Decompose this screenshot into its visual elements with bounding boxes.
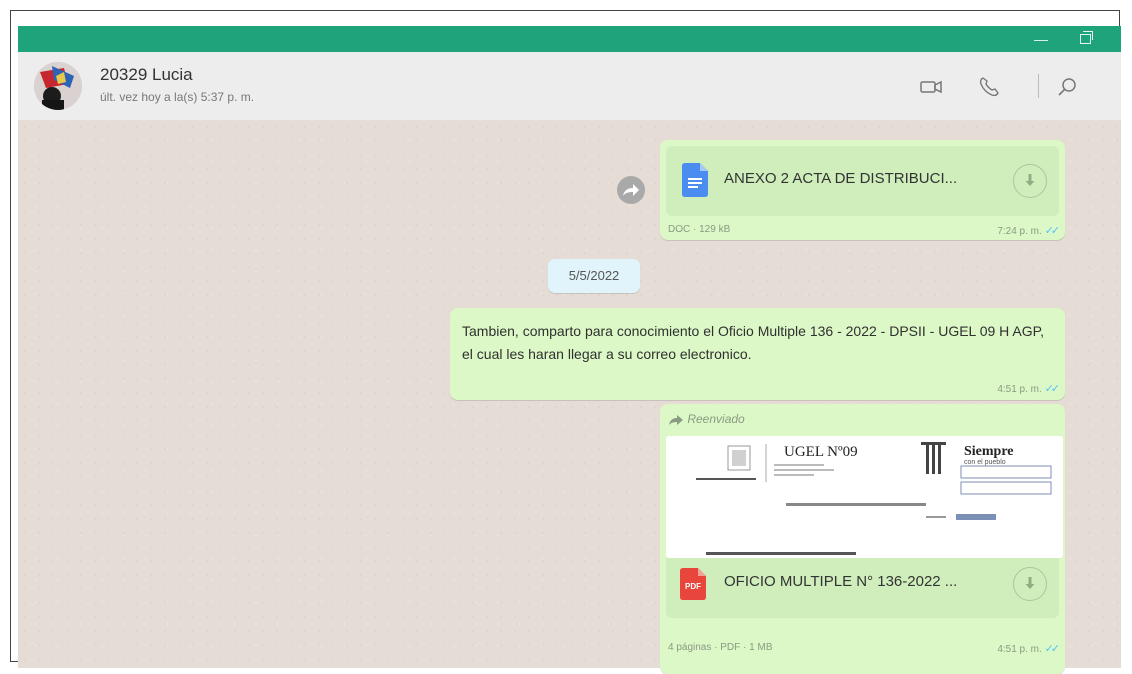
avatar-image xyxy=(34,62,82,110)
message-time: 7:24 p. m. ✓✓ xyxy=(997,224,1061,237)
message-document[interactable]: ANEXO 2 ACTA DE DISTRIBUCI... DOC · 129 … xyxy=(660,140,1065,240)
video-call-icon[interactable] xyxy=(918,74,944,100)
pdf-attachment[interactable]: PDF OFICIO MULTIPLE N° 136-2022 ... xyxy=(666,548,1059,618)
read-receipt-icon: ✓✓ xyxy=(1044,643,1061,655)
doc-file-icon xyxy=(682,163,708,197)
document-file-name: ANEXO 2 ACTA DE DISTRIBUCI... xyxy=(724,170,958,187)
contact-name[interactable]: 20329 Lucia xyxy=(100,65,193,85)
voice-call-icon[interactable] xyxy=(976,74,1002,100)
forward-button[interactable] xyxy=(617,176,645,204)
time-text: 4:51 p. m. xyxy=(997,384,1042,395)
pdf-preview-image[interactable]: UGEL Nº09 Siempre con el pueblo xyxy=(666,436,1063,558)
message-text[interactable]: Tambien, comparto para conocimiento el O… xyxy=(450,308,1065,400)
search-icon[interactable] xyxy=(1055,74,1081,100)
document-attachment[interactable]: ANEXO 2 ACTA DE DISTRIBUCI... xyxy=(666,146,1059,216)
message-time: 4:51 p. m. ✓✓ xyxy=(958,642,1061,655)
header-divider xyxy=(1038,74,1039,98)
preview-org-name: UGEL Nº09 xyxy=(784,444,858,460)
chat-area[interactable]: ANEXO 2 ACTA DE DISTRIBUCI... DOC · 129 … xyxy=(18,120,1121,674)
restore-icon-square xyxy=(1080,34,1091,44)
preview-slogan-sub: con el pueblo xyxy=(964,459,1006,466)
download-button[interactable] xyxy=(1013,567,1047,601)
message-body: Tambien, comparto para conocimiento el O… xyxy=(462,323,1045,362)
time-text: 4:51 p. m. xyxy=(997,644,1042,655)
last-seen-status: últ. vez hoy a la(s) 5:37 p. m. xyxy=(100,90,255,104)
forward-icon xyxy=(623,184,639,196)
pdf-file-icon-label: PDF xyxy=(685,582,701,591)
forwarded-label: Reenviado xyxy=(668,412,745,426)
minimize-button[interactable]: — xyxy=(1031,26,1051,52)
download-icon xyxy=(1025,174,1035,186)
date-divider: 5/5/2022 xyxy=(548,259,640,293)
forwarded-icon xyxy=(669,414,683,425)
preview-slogan: Siempre xyxy=(964,444,1014,459)
pdf-file-name: OFICIO MULTIPLE N° 136-2022 ... xyxy=(724,573,958,590)
download-button[interactable] xyxy=(1013,164,1047,198)
avatar[interactable] xyxy=(34,62,82,110)
forwarded-text: Reenviado xyxy=(687,412,745,426)
download-icon xyxy=(1025,577,1035,589)
title-bar xyxy=(18,26,1121,52)
read-receipt-icon: ✓✓ xyxy=(1044,383,1061,395)
pdf-meta: 4 páginas · PDF · 1 MB xyxy=(668,642,773,653)
document-meta: DOC · 129 kB xyxy=(668,224,731,235)
time-text: 7:24 p. m. xyxy=(997,226,1042,237)
chat-header: 20329 Lucia últ. vez hoy a la(s) 5:37 p.… xyxy=(18,52,1121,121)
read-receipt-icon: ✓✓ xyxy=(1044,225,1061,237)
message-time: 4:51 p. m. ✓✓ xyxy=(997,382,1061,395)
restore-button[interactable] xyxy=(1072,26,1098,52)
